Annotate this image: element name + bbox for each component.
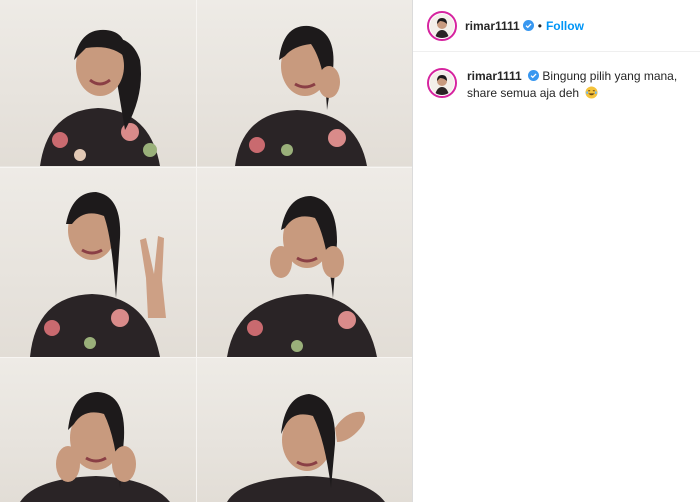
photo-hand-on-forehead	[197, 358, 412, 502]
photo-both-hands-cheeks-wink	[197, 168, 412, 357]
follow-button[interactable]: Follow	[546, 19, 584, 33]
caption-line-1: Bingung pilih yang mana,	[542, 69, 678, 83]
caption-line-2: share semua aja deh	[467, 86, 580, 100]
caption-comment: rimar1111 Bingung pilih yang mana, share…	[413, 52, 700, 102]
avatar[interactable]	[427, 10, 457, 41]
post-header: rimar1111 • Follow	[413, 0, 700, 52]
verified-badge-icon	[528, 70, 540, 81]
caption-text: rimar1111 Bingung pilih yang mana, share…	[467, 68, 686, 102]
separator-dot: •	[537, 18, 542, 33]
post-image-collage[interactable]	[0, 0, 412, 502]
photo-peace-sign	[0, 168, 196, 357]
laughing-tears-emoji-icon	[585, 86, 598, 99]
caption-avatar[interactable]	[427, 68, 457, 98]
post-side-panel: rimar1111 • Follow rimar1111 Bingung pil…	[412, 0, 700, 502]
username[interactable]: rimar1111	[465, 19, 520, 33]
photo-wink-smile	[0, 0, 196, 166]
photo-hands-on-cheeks	[0, 358, 196, 502]
verified-badge-icon	[522, 20, 534, 31]
caption-username[interactable]: rimar1111	[467, 69, 522, 83]
photo-hand-on-cheek-wink	[197, 0, 412, 166]
